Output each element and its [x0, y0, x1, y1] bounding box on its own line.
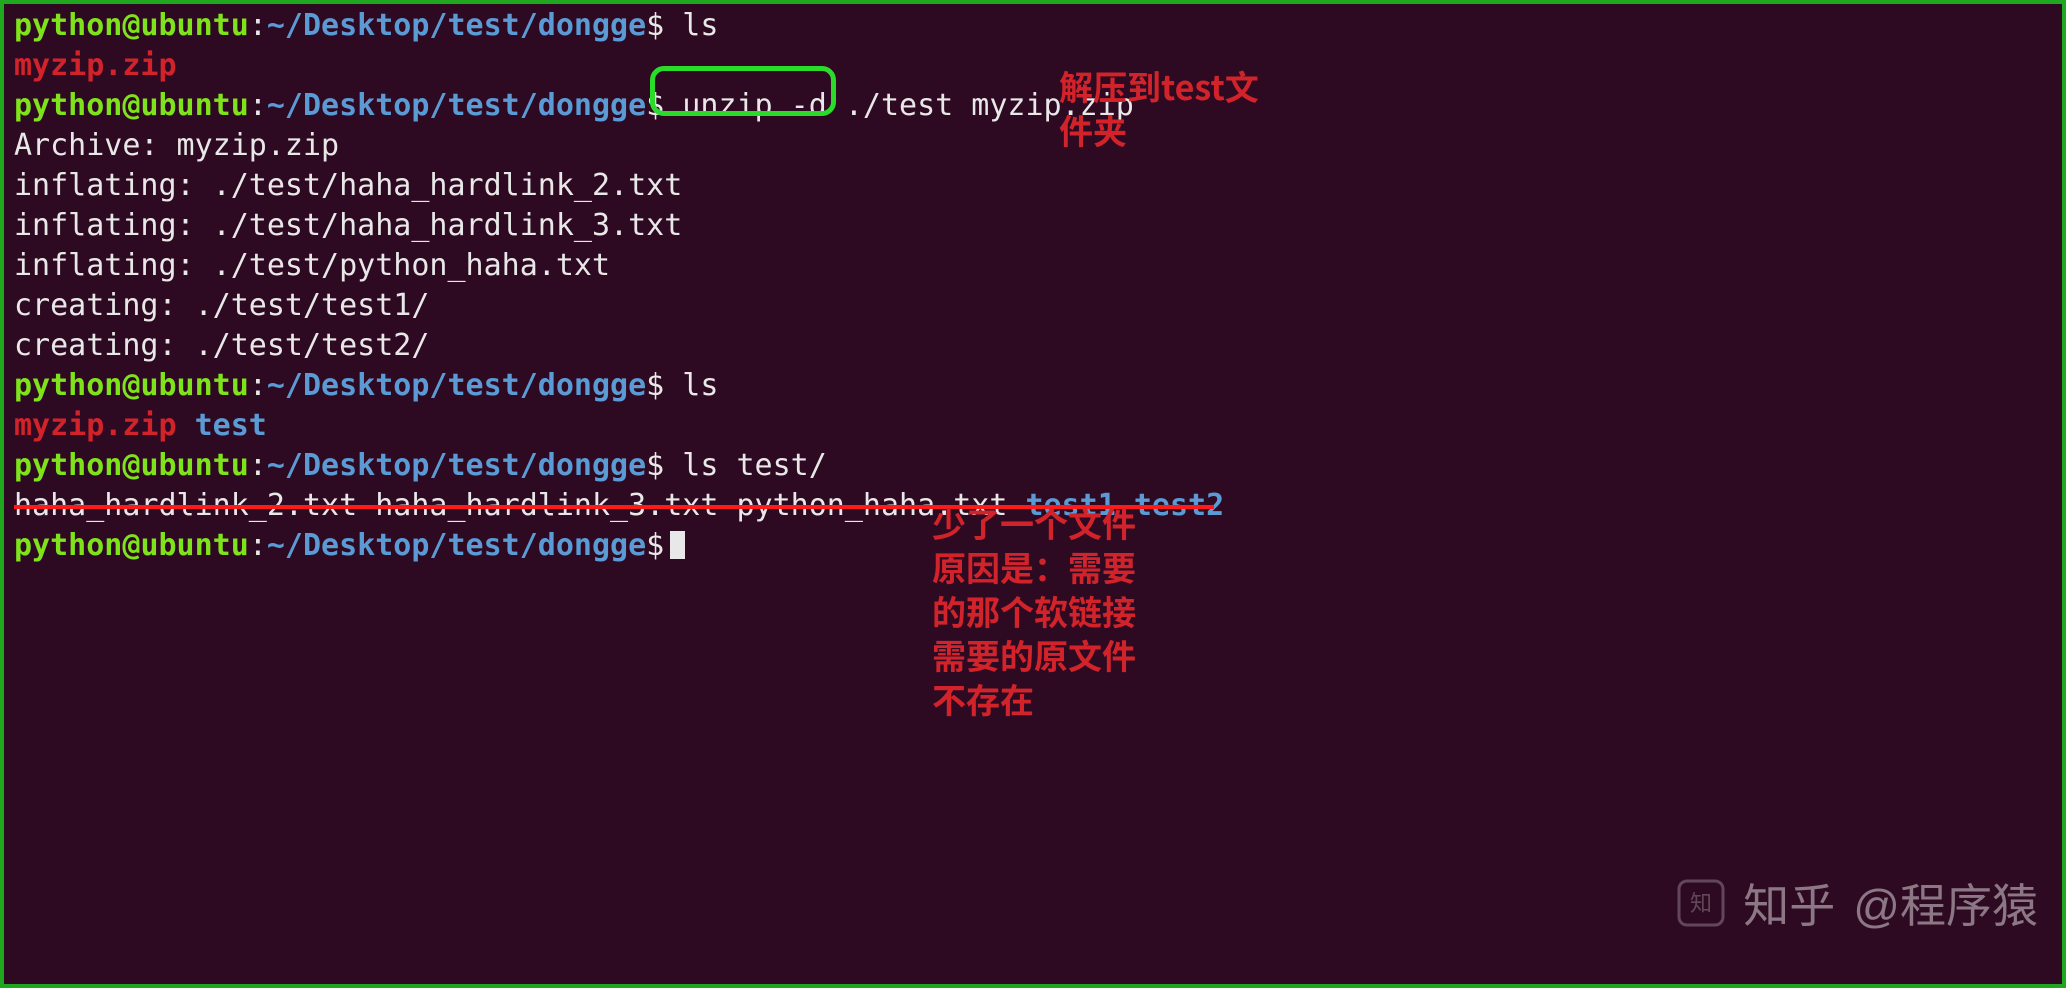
file-myzip-zip: myzip.zip [14, 48, 177, 83]
annotation-text: 不存在 [932, 674, 1034, 723]
annotation-text: 少了一个文件 [932, 498, 1136, 547]
cmd-ls-2: ls [682, 368, 718, 403]
unzip-out-archive: Archive: myzip.zip [14, 126, 2056, 166]
svg-text:知: 知 [1690, 891, 1712, 916]
prompt-colon: : [249, 8, 267, 43]
prompt-line-4: python@ubuntu:~/Desktop/test/dongge$ ls … [14, 446, 2056, 486]
dir-test: test [195, 408, 267, 443]
prompt-user: python [14, 88, 122, 123]
prompt-host: ubuntu [140, 448, 248, 483]
terminal-output-area[interactable]: python@ubuntu:~/Desktop/test/dongge$ ls … [4, 4, 2062, 984]
zhihu-logo-icon: 知 [1677, 879, 1725, 927]
watermark-author: @程序猿 [1853, 870, 2038, 936]
watermark-brand: 知乎 [1743, 870, 1835, 936]
prompt-line-2: python@ubuntu:~/Desktop/test/dongge$ unz… [14, 86, 2056, 126]
prompt-user: python [14, 528, 122, 563]
annotation-missing-file: 少了一个文件 原因是：需要 的那个软链接 需要的原文件 不存在 [932, 501, 1136, 721]
cursor-caret [670, 531, 685, 559]
prompt-line-3: python@ubuntu:~/Desktop/test/dongge$ ls [14, 366, 2056, 406]
annotation-text: 需要的原文件 [932, 630, 1136, 679]
annotation-text: 解压到test文 [1059, 61, 1259, 110]
ls2-output: myzip.zip test [14, 406, 2056, 446]
prompt-host: ubuntu [140, 368, 248, 403]
prompt-colon: : [249, 88, 267, 123]
prompt-at: @ [122, 368, 140, 403]
ls1-output: myzip.zip [14, 46, 2056, 86]
prompt-path: ~/Desktop/test/dongge [267, 8, 646, 43]
annotation-text: 的那个软链接 [932, 586, 1136, 635]
prompt-path: ~/Desktop/test/dongge [267, 528, 646, 563]
prompt-colon: : [249, 368, 267, 403]
annotation-text: 原因是：需要 [932, 542, 1136, 591]
prompt-path: ~/Desktop/test/dongge [267, 88, 646, 123]
prompt-dollar: $ [646, 448, 664, 483]
prompt-dollar: $ [646, 8, 664, 43]
prompt-host: ubuntu [140, 8, 248, 43]
prompt-user: python [14, 368, 122, 403]
unzip-out-inflate3: inflating: ./test/python_haha.txt [14, 246, 2056, 286]
unzip-out-inflate2: inflating: ./test/haha_hardlink_3.txt [14, 206, 2056, 246]
prompt-at: @ [122, 448, 140, 483]
cmd-ls-1: ls [682, 8, 718, 43]
unzip-out-create1: creating: ./test/test1/ [14, 286, 2056, 326]
unzip-out-create2: creating: ./test/test2/ [14, 326, 2056, 366]
prompt-at: @ [122, 8, 140, 43]
prompt-at: @ [122, 88, 140, 123]
unzip-out-inflate1: inflating: ./test/haha_hardlink_2.txt [14, 166, 2056, 206]
file-myzip-zip-2: myzip.zip [14, 408, 177, 443]
annotation-text: 件夹 [1059, 105, 1127, 154]
prompt-colon: : [249, 448, 267, 483]
prompt-colon: : [249, 528, 267, 563]
watermark: 知 知乎 @程序猿 [1677, 870, 2038, 936]
prompt-dollar: $ [646, 368, 664, 403]
annotation-extract-to-test: 解压到test文 件夹 [1059, 64, 1259, 152]
prompt-dollar: $ [646, 528, 664, 563]
highlight-box [650, 66, 836, 116]
prompt-path: ~/Desktop/test/dongge [267, 368, 646, 403]
prompt-user: python [14, 448, 122, 483]
cmd-ls-3: ls test/ [682, 448, 827, 483]
prompt-path: ~/Desktop/test/dongge [267, 448, 646, 483]
prompt-host: ubuntu [140, 88, 248, 123]
prompt-user: python [14, 8, 122, 43]
prompt-host: ubuntu [140, 528, 248, 563]
terminal-window: python@ubuntu:~/Desktop/test/dongge$ ls … [0, 0, 2066, 988]
prompt-line-1: python@ubuntu:~/Desktop/test/dongge$ ls [14, 6, 2056, 46]
prompt-at: @ [122, 528, 140, 563]
